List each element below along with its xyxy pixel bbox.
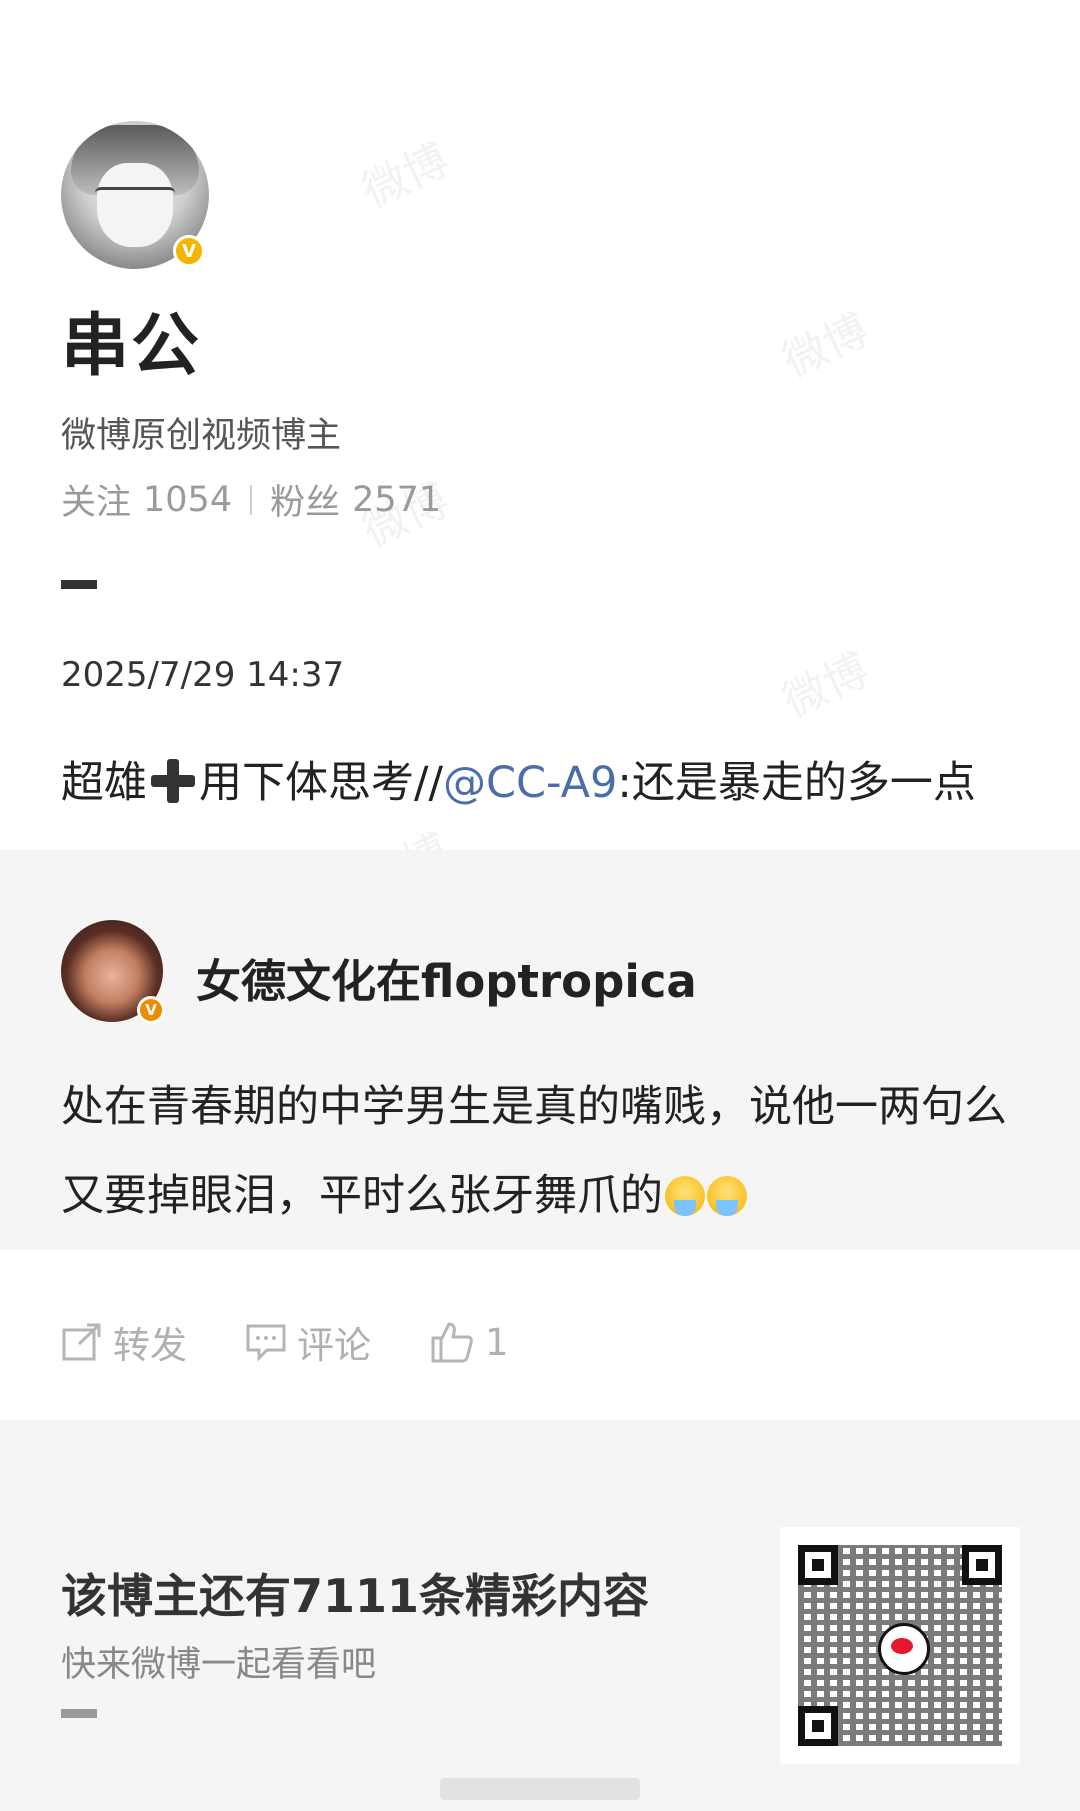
like-button[interactable]: 1 [429,1320,509,1364]
footer-divider [61,1709,97,1718]
qr-finder [798,1545,838,1585]
like-count: 1 [485,1320,509,1364]
quoted-text: 处在青春期的中学男生是真的嘴贱，说他一两句么又要掉眼泪，平时么张牙舞爪的 [61,1063,1021,1241]
watermark: 微博 [355,134,457,218]
qr-finder [798,1706,838,1746]
weibo-logo-icon [878,1623,930,1675]
heavy-plus-icon [149,757,197,805]
post-text-part1: 超雄 [61,758,147,808]
repost-button[interactable]: 转发 [61,1315,187,1369]
profile-bio: 微博原创视频博主 [61,416,342,456]
repost-label: 转发 [113,1324,187,1367]
action-bar: 转发 评论 1 [61,1315,567,1369]
fans-count[interactable]: 2571 [352,480,441,520]
watermark: 微博 [775,644,877,728]
comment-button[interactable]: 评论 [245,1315,371,1369]
comment-label: 评论 [297,1324,371,1367]
post-text: 超雄 用下体思考//@CC-A9:还是暴走的多一点 [61,748,976,810]
quoted-text-body: 处在青春期的中学男生是真的嘴贱，说他一两句么又要掉眼泪，平时么张牙舞爪的 [61,1082,1007,1221]
share-icon [62,1323,101,1361]
vomiting-face-icon [665,1176,705,1216]
quoted-author-name[interactable]: 女德文化在floptropica [196,945,697,1010]
qr-code[interactable] [780,1527,1020,1764]
qr-finder [962,1545,1002,1585]
post-timestamp: 2025/7/29 14:37 [61,655,345,695]
fans-label[interactable]: 粉丝 [270,474,340,525]
watermark: 微博 [775,304,877,388]
footer-title: 该博主还有7111条精彩内容 [61,1569,650,1623]
footer-subtitle: 快来微博一起看看吧 [61,1645,377,1685]
profile-stats: 关注 1054 粉丝 2571 [61,474,441,525]
following-label[interactable]: 关注 [61,474,131,525]
comment-icon [246,1324,286,1362]
vomiting-face-icon [707,1176,747,1216]
post-text-part3: :还是暴走的多一点 [617,758,976,808]
bottom-blur [440,1778,640,1800]
profile-name[interactable]: 串公 [61,290,201,389]
post-text-part2: 用下体思考// [199,758,443,808]
verified-badge-icon: V [173,235,205,267]
mention-link[interactable]: @CC-A9 [443,758,617,808]
verified-badge-icon: V [137,996,165,1024]
stats-divider [250,484,253,515]
thumbs-up-icon [431,1322,473,1363]
section-divider [61,580,97,589]
following-count[interactable]: 1054 [143,480,232,520]
